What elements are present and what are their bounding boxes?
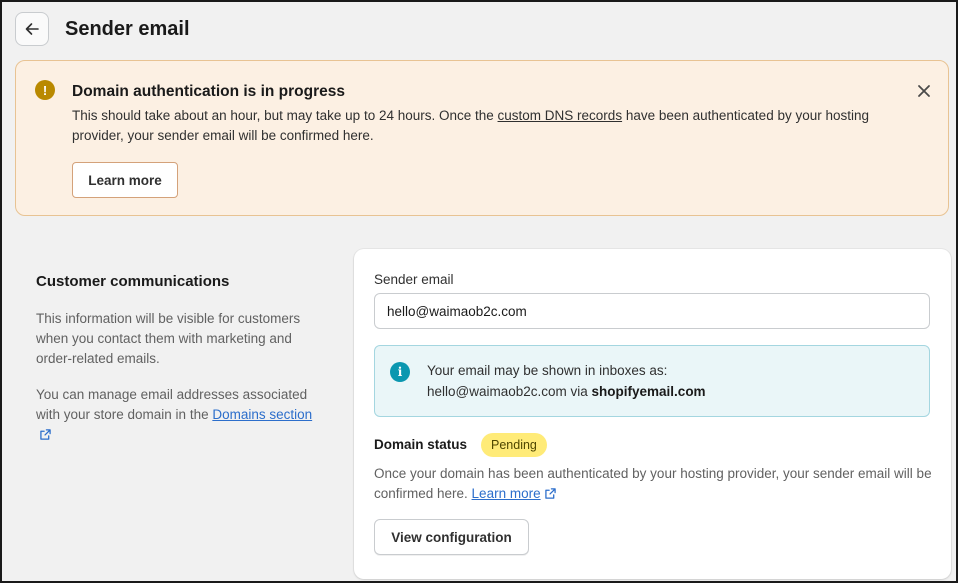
alert-icon: !	[35, 80, 55, 100]
external-link-icon	[40, 429, 51, 440]
sender-email-card: Sender email i Your email may be shown i…	[354, 249, 951, 579]
info-line-1: Your email may be shown in inboxes as:	[427, 363, 668, 378]
section-description: This information will be visible for cus…	[36, 311, 301, 366]
page-header: Sender email	[15, 10, 190, 48]
banner-title: Domain authentication is in progress	[72, 83, 346, 100]
back-button[interactable]	[15, 12, 49, 46]
app-frame: Sender email ! Domain authentication is …	[0, 0, 958, 583]
info-domain: shopifyemail.com	[591, 384, 706, 399]
info-line-2: hello@waimaob2c.com via shopifyemail.com	[427, 381, 706, 402]
view-configuration-button[interactable]: View configuration	[374, 519, 529, 555]
warning-banner: ! Domain authentication is in progress T…	[15, 60, 949, 216]
external-link-icon	[544, 488, 556, 499]
arrow-left-icon	[25, 23, 39, 35]
banner-learn-more-button[interactable]: Learn more	[72, 162, 178, 198]
banner-text: This should take about an hour, but may …	[72, 106, 922, 146]
status-learn-more-link[interactable]: Learn more	[472, 486, 541, 501]
sender-email-input[interactable]	[374, 293, 930, 329]
banner-close-button[interactable]	[914, 81, 934, 101]
domains-section-link[interactable]: Domains section	[212, 407, 312, 422]
sender-email-label: Sender email	[374, 272, 454, 287]
domain-status-label: Domain status	[374, 437, 468, 452]
close-icon	[918, 85, 930, 97]
info-icon: i	[390, 362, 410, 382]
dns-records-link[interactable]: custom DNS records	[498, 108, 623, 123]
banner-text-start: This should take about an hour, but may …	[72, 108, 498, 123]
status-description-text: Once your domain has been authenticated …	[374, 466, 932, 501]
section-title: Customer communications	[36, 273, 230, 290]
status-description: Once your domain has been authenticated …	[374, 464, 934, 504]
section-manage-text: You can manage email addresses associate…	[36, 385, 326, 445]
info-text: Your email may be shown in inboxes as: h…	[427, 360, 706, 402]
inbox-info-box: i Your email may be shown in inboxes as:…	[374, 345, 930, 417]
info-email: hello@waimaob2c.com via	[427, 384, 592, 399]
status-badge: Pending	[481, 433, 547, 457]
page-title: Sender email	[65, 17, 190, 40]
